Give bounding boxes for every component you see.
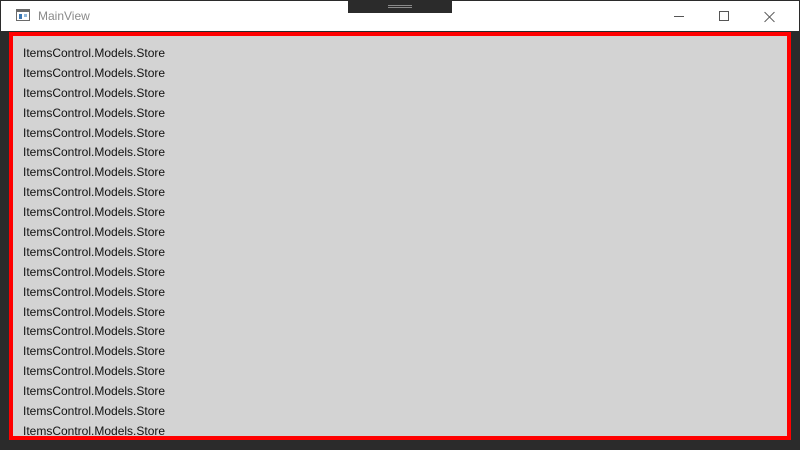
- list-item: ItemsControl.Models.Store: [23, 205, 166, 220]
- list-item: ItemsControl.Models.Store: [23, 125, 166, 140]
- list-item: ItemsControl.Models.Store: [23, 344, 166, 359]
- items-control-panel: ItemsControl.Models.Store ItemsControl.Mo…: [9, 32, 791, 440]
- list-item: ItemsControl.Models.Store: [23, 284, 166, 299]
- list-item: ItemsControl.Models.Store: [23, 145, 166, 160]
- list-item: ItemsControl.Models.Store: [23, 165, 166, 180]
- list-item: ItemsControl.Models.Store: [23, 423, 166, 438]
- list-item: ItemsControl.Models.Store: [23, 244, 166, 259]
- list-item: ItemsControl.Models.Store: [23, 225, 166, 240]
- main-window: MainView ItemsControl.Models.Store ItemsC…: [0, 0, 800, 450]
- close-button[interactable]: [747, 2, 793, 31]
- app-icon-pane-b: [24, 14, 27, 17]
- list-item: ItemsControl.Models.Store: [23, 384, 166, 399]
- list-item: ItemsControl.Models.Store: [23, 364, 166, 379]
- app-icon-pane-a: [19, 14, 22, 19]
- window-drag-handle[interactable]: [348, 0, 452, 13]
- window-title: MainView: [38, 9, 90, 23]
- maximize-icon: [719, 11, 729, 21]
- list-item: ItemsControl.Models.Store: [23, 404, 166, 419]
- list-item: ItemsControl.Models.Store: [23, 185, 166, 200]
- list-item: ItemsControl.Models.Store: [23, 264, 166, 279]
- minimize-button[interactable]: [656, 2, 702, 31]
- store-list: ItemsControl.Models.Store ItemsControl.Mo…: [23, 44, 166, 438]
- list-item: ItemsControl.Models.Store: [23, 304, 166, 319]
- list-item: ItemsControl.Models.Store: [23, 46, 166, 60]
- minimize-icon: [674, 16, 684, 17]
- maximize-button[interactable]: [701, 2, 747, 31]
- window-app-icon: [16, 9, 30, 21]
- list-item: ItemsControl.Models.Store: [23, 85, 166, 100]
- close-icon: [764, 11, 776, 23]
- list-item: ItemsControl.Models.Store: [23, 324, 166, 339]
- list-item: ItemsControl.Models.Store: [23, 105, 166, 120]
- grip-icon: [388, 5, 412, 6]
- list-item: ItemsControl.Models.Store: [23, 65, 166, 80]
- app-icon-bar: [17, 10, 29, 12]
